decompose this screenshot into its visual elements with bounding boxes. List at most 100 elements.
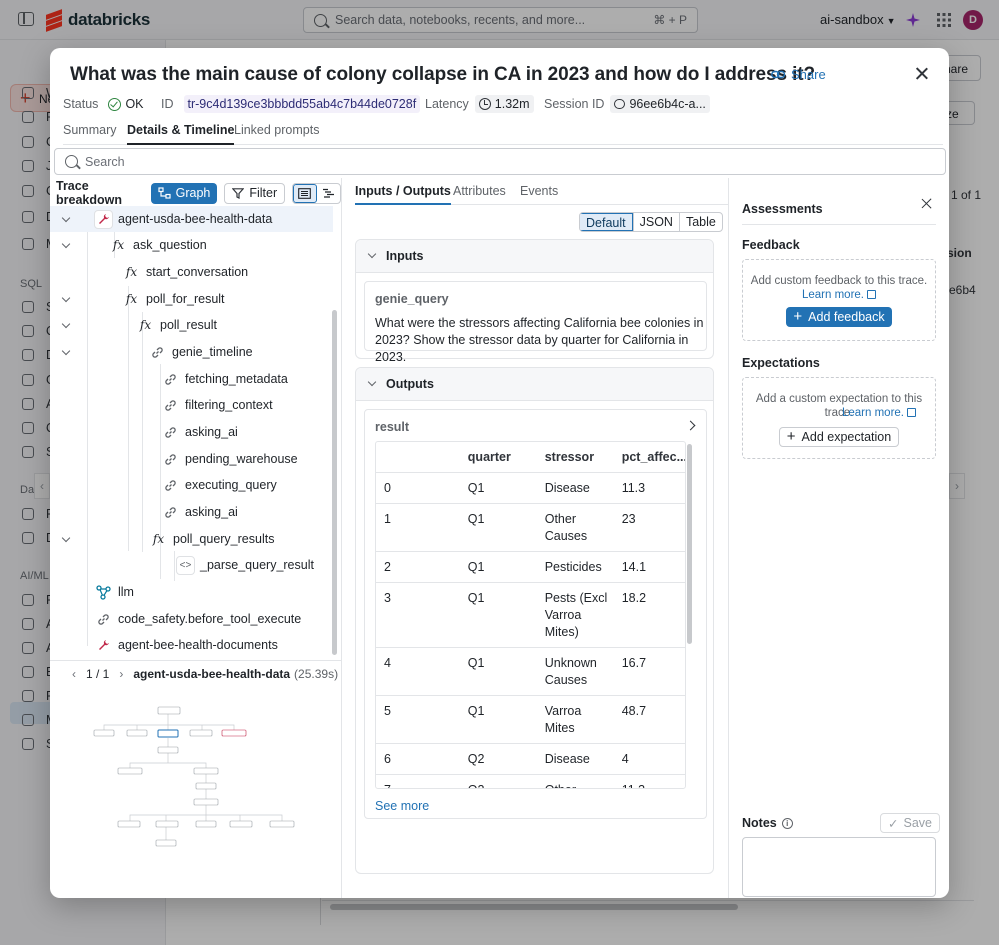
span-row[interactable]: code_safety.before_tool_execute [50, 606, 333, 632]
table-cell: 16.7 [613, 647, 685, 696]
span-row[interactable]: asking_ai [50, 499, 333, 525]
span-row[interactable]: fx poll_for_result [50, 286, 333, 312]
span-row[interactable]: fx poll_query_results [50, 526, 333, 552]
trace-search-input[interactable] [85, 154, 885, 169]
expectation-learn-more-link[interactable]: Learn more. [842, 407, 904, 419]
tree-view-button[interactable] [293, 183, 317, 203]
inputs-header[interactable]: Inputs [356, 240, 713, 273]
table-cell: Q1 [459, 647, 537, 696]
table-cell: Pesticides [536, 551, 614, 583]
table-row[interactable]: 1 Q1 Other Causes 23 [376, 503, 685, 552]
span-row[interactable]: fetching_metadata [50, 366, 333, 392]
pager-span-name: agent-usda-bee-health-data [133, 666, 291, 681]
table-body: 0 Q1 Disease 11.3 1 Q1 Other Causes 23 2 Q1 Pestic… [376, 472, 685, 788]
tab-details-timeline[interactable]: Details & Timeline [127, 123, 235, 145]
format-table[interactable]: Table [678, 213, 722, 231]
table-cell: Pests (Excl Varroa Mites) [536, 582, 614, 648]
trace-id[interactable]: tr-9c4d139ce3bbbdd55ab4c7b44de0728f [183, 95, 421, 113]
column-header[interactable]: stressor [536, 442, 614, 473]
span-row[interactable]: agent-bee-health-documents [50, 632, 333, 658]
table-row[interactable]: 3 Q1 Pests (Excl Varroa Mites) 18.2 [376, 582, 685, 648]
timeline-view-button[interactable] [317, 184, 340, 203]
table-cell: 4 [376, 647, 460, 696]
column-header[interactable]: pct_affec... [613, 442, 685, 473]
feedback-heading: Feedback [742, 238, 800, 252]
table-cell: Other Causes [536, 774, 614, 788]
graph-button[interactable]: Graph [150, 182, 218, 204]
tree-scrollbar[interactable] [332, 310, 337, 655]
expectations-empty-state: Add a custom expectation to this trace. … [742, 377, 936, 459]
span-row[interactable]: <> _parse_query_result [50, 552, 333, 578]
filter-label: Filter [249, 186, 278, 200]
notes-label: Notes [742, 816, 777, 830]
link-icon [161, 503, 180, 522]
tab-attributes[interactable]: Attributes [453, 184, 506, 198]
span-label: filtering_context [185, 398, 273, 412]
table-scrollbar[interactable] [687, 444, 692, 644]
close-assessments-icon[interactable] [919, 196, 935, 212]
llm-icon [94, 583, 113, 602]
span-row[interactable]: executing_query [50, 472, 333, 498]
span-label: agent-usda-bee-health-data [118, 212, 273, 226]
filter-button[interactable]: Filter [224, 182, 286, 204]
table-row[interactable]: 7Q2Other Causes11.3 [376, 774, 685, 788]
close-modal-icon[interactable] [912, 64, 932, 84]
span-row[interactable]: pending_warehouse [50, 446, 333, 472]
format-default[interactable]: Default [580, 213, 633, 231]
table-cell: 3 [376, 582, 460, 648]
tab-summary[interactable]: Summary [63, 123, 116, 143]
plus-icon: + [786, 428, 796, 445]
span-row[interactable]: filtering_context [50, 392, 333, 418]
table-row[interactable]: 6 Q2 Disease 4 [376, 743, 685, 775]
chevron-left-icon[interactable]: ‹ [72, 667, 76, 681]
span-row[interactable]: asking_ai [50, 419, 333, 445]
table-row[interactable]: 4 Q1 Unknown Causes 16.7 [376, 647, 685, 696]
latency-value: 1.32m [474, 95, 534, 113]
info-icon[interactable]: i [781, 817, 793, 829]
span-row[interactable]: agent-usda-bee-health-data [50, 206, 333, 232]
notes-input[interactable] [742, 837, 936, 897]
chevron-right-icon[interactable] [685, 420, 696, 431]
table-row[interactable]: 0 Q1 Disease 11.3 [376, 472, 685, 504]
span-label: pending_warehouse [185, 452, 298, 466]
chevron-right-icon[interactable]: › [119, 667, 123, 681]
trace-search [54, 148, 946, 175]
add-expectation-button[interactable]: + Add expectation [778, 427, 900, 447]
column-header[interactable]: quarter [459, 442, 537, 473]
span-row[interactable]: fx start_conversation [50, 259, 333, 285]
search-icon [65, 155, 78, 168]
format-json[interactable]: JSON [632, 213, 679, 231]
tab-linked-prompts[interactable]: Linked prompts [234, 123, 319, 143]
input-value: What were the stressors affecting Califo… [375, 316, 704, 364]
table-row[interactable]: 5 Q1 Varroa Mites 48.7 [376, 695, 685, 744]
chat-bubble-icon [614, 99, 626, 109]
span-row[interactable]: genie_timeline [50, 339, 333, 365]
trace-breakdown-header: Trace breakdown Graph Filter [56, 179, 341, 207]
inputs-card: Inputs genie_query What were the stresso… [355, 239, 714, 364]
add-feedback-button[interactable]: + Add feedback [786, 307, 892, 327]
outputs-header[interactable]: Outputs [356, 368, 713, 401]
divider [742, 224, 936, 225]
input-field: genie_query What were the stressors affe… [364, 281, 707, 364]
graph-label: Graph [175, 186, 211, 200]
session-id[interactable]: 96ee6b4c-a... [610, 95, 710, 113]
table-cell: 1 [376, 503, 460, 552]
span-label: code_safety.before_tool_execute [118, 612, 302, 626]
see-more-link[interactable]: See more [375, 799, 429, 813]
span-row[interactable]: fx poll_result [50, 312, 333, 338]
span-detail-panel: Inputs / Outputs Attributes Events Defau… [342, 178, 728, 898]
tab-inputs-outputs[interactable]: Inputs / Outputs [355, 184, 451, 205]
feedback-learn-more-link[interactable]: Learn more. [802, 289, 864, 301]
trace-graph-minimap[interactable] [90, 703, 340, 853]
trace-breakdown-title: Trace breakdown [56, 179, 122, 207]
column-header[interactable] [376, 442, 460, 473]
save-notes-button[interactable]: ✓ Save [880, 813, 940, 833]
link-icon [161, 396, 180, 415]
span-row[interactable]: llm [50, 579, 333, 605]
chevron-down-icon [62, 241, 70, 249]
tab-events[interactable]: Events [520, 184, 558, 198]
span-row[interactable]: fx ask_question [50, 232, 333, 258]
share-link[interactable]: Share [771, 67, 826, 82]
external-link-icon [867, 290, 876, 299]
table-row[interactable]: 2 Q1 Pesticides 14.1 [376, 551, 685, 583]
